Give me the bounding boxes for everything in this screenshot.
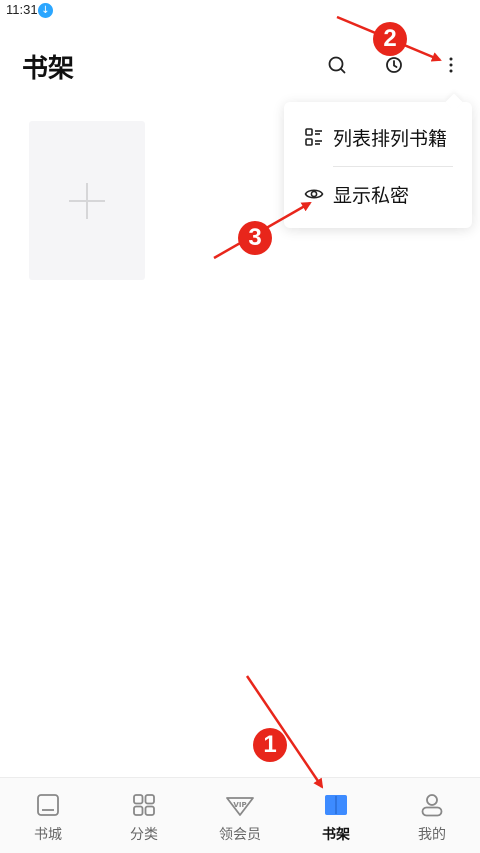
plus-icon bbox=[69, 183, 105, 219]
tab-bookstore[interactable]: 书城 bbox=[0, 778, 96, 853]
page-title: 书架 bbox=[22, 54, 75, 84]
annotation-badge-2: 2 bbox=[373, 22, 407, 56]
tab-bar: 书城 分类 VIP 领会员 书架 我的 bbox=[0, 777, 480, 853]
search-icon[interactable] bbox=[326, 54, 348, 76]
tab-profile[interactable]: 我的 bbox=[384, 778, 480, 853]
menu-item-label: 显示私密 bbox=[333, 185, 410, 207]
svg-text:VIP: VIP bbox=[233, 801, 246, 809]
menu-item-list-sort[interactable]: 列表排列书籍 bbox=[284, 108, 472, 166]
eye-icon bbox=[304, 184, 324, 204]
tab-label: 领会员 bbox=[219, 827, 261, 843]
status-time: 11:31 bbox=[6, 2, 38, 17]
vip-icon: VIP bbox=[224, 792, 256, 818]
status-bar: 11:31 ↓ bbox=[0, 0, 480, 22]
grid-icon bbox=[132, 792, 156, 818]
tab-label: 书架 bbox=[322, 827, 350, 843]
download-icon: ↓ bbox=[38, 3, 53, 18]
tab-label: 书城 bbox=[34, 827, 62, 843]
user-icon bbox=[420, 792, 444, 818]
menu-item-label: 列表排列书籍 bbox=[333, 128, 448, 150]
menu-item-show-private[interactable]: 显示私密 bbox=[284, 165, 472, 223]
list-layout-icon bbox=[304, 127, 324, 147]
tab-vip[interactable]: VIP 领会员 bbox=[192, 778, 288, 853]
annotation-badge-3: 3 bbox=[238, 221, 272, 255]
add-book-card[interactable] bbox=[29, 121, 145, 280]
tab-bookshelf[interactable]: 书架 bbox=[288, 778, 384, 853]
header: 书架 bbox=[0, 40, 480, 92]
more-icon[interactable] bbox=[440, 54, 462, 76]
history-icon[interactable] bbox=[383, 54, 405, 76]
tab-category[interactable]: 分类 bbox=[96, 778, 192, 853]
bookshelf-icon bbox=[324, 792, 348, 818]
tab-label: 分类 bbox=[130, 827, 158, 843]
tab-label: 我的 bbox=[418, 827, 446, 843]
bookstore-icon bbox=[36, 792, 60, 818]
popup-menu: 列表排列书籍 显示私密 bbox=[284, 93, 472, 228]
annotation-badge-1: 1 bbox=[253, 728, 287, 762]
